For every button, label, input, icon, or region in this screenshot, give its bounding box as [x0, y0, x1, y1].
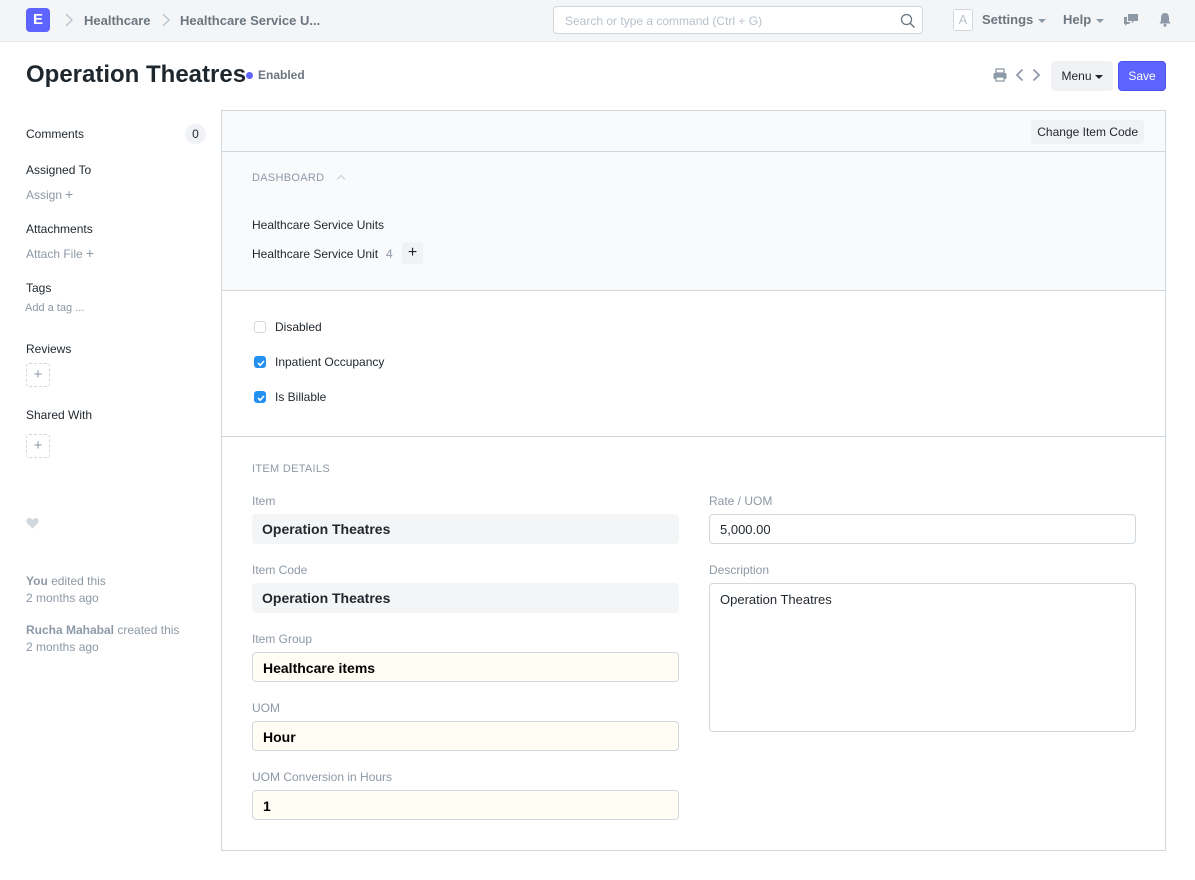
previous-icon[interactable] — [1012, 67, 1028, 83]
chevron-right-icon — [65, 13, 73, 27]
search-input[interactable]: Search or type a command (Ctrl + G) — [553, 6, 923, 34]
settings-dropdown[interactable]: Settings — [982, 12, 1047, 27]
assign-link-text: Assign — [26, 188, 63, 202]
check-icon — [257, 360, 265, 367]
save-button[interactable]: Save — [1118, 61, 1166, 91]
item-field: Operation Theatres — [252, 514, 679, 544]
bell-icon[interactable] — [1156, 11, 1174, 29]
help-label: Help — [1063, 12, 1092, 27]
comments-label: Comments — [26, 127, 85, 141]
add-share-button[interactable]: + — [26, 434, 50, 458]
next-icon[interactable] — [1028, 67, 1044, 83]
heart-icon[interactable] — [26, 517, 39, 529]
rate-label: Rate / UOM — [709, 494, 773, 508]
reviews-label: Reviews — [26, 342, 72, 356]
breadcrumb-healthcare-service-unit[interactable]: Healthcare Service U... — [180, 13, 320, 28]
search-placeholder: Search or type a command (Ctrl + G) — [565, 14, 763, 28]
timeline-item: Rucha Mahabal created this 2 months ago — [26, 622, 179, 656]
status-badge: Enabled — [258, 68, 305, 82]
timeline-user[interactable]: Rucha Mahabal — [26, 623, 114, 637]
uom-conversion-label: UOM Conversion in Hours — [252, 770, 393, 784]
assign-link[interactable]: Assign + — [26, 186, 73, 202]
timeline-user[interactable]: You — [26, 574, 48, 588]
change-item-code-button[interactable]: Change Item Code — [1031, 120, 1144, 144]
status-indicator — [246, 72, 253, 79]
inpatient-occupancy-label: Inpatient Occupancy — [275, 355, 385, 369]
caret-down-icon — [1096, 18, 1105, 23]
disabled-checkbox[interactable] — [254, 321, 266, 333]
shared-with-label: Shared With — [26, 408, 93, 422]
avatar[interactable]: A — [953, 9, 973, 31]
caret-down-icon — [1094, 74, 1103, 79]
menu-label: Menu — [1061, 69, 1092, 83]
app-logo[interactable]: E — [26, 8, 50, 32]
disabled-label: Disabled — [275, 320, 322, 334]
healthcare-service-unit-count: 4 — [386, 247, 393, 261]
uom-conversion-field[interactable]: 1 — [252, 790, 679, 820]
form-toolbar: Change Item Code — [222, 110, 1165, 152]
is-billable-checkbox[interactable] — [254, 391, 266, 403]
healthcare-service-unit-link[interactable]: Healthcare Service Unit — [252, 247, 378, 261]
dashboard-group-title: Healthcare Service Units — [252, 218, 385, 232]
add-healthcare-service-unit-button[interactable]: + — [402, 242, 423, 264]
attachments-label: Attachments — [26, 222, 93, 236]
item-details-heading: ITEM DETAILS — [252, 463, 330, 475]
chevron-right-icon — [162, 13, 170, 27]
add-tag-link[interactable]: Add a tag ... — [25, 302, 84, 314]
item-label: Item — [252, 494, 276, 508]
menu-button[interactable]: Menu — [1051, 61, 1113, 91]
timeline-action: created this — [117, 623, 180, 637]
item-code-label: Item Code — [252, 563, 308, 577]
add-review-button[interactable]: + — [26, 363, 50, 387]
attach-file-text: Attach File — [26, 247, 83, 261]
settings-label: Settings — [982, 12, 1034, 27]
plus-icon: + — [65, 186, 74, 202]
comments-count-badge: 0 — [185, 124, 206, 144]
rate-field[interactable]: 5,000.00 — [709, 514, 1136, 544]
tags-label: Tags — [26, 281, 52, 295]
item-group-label: Item Group — [252, 632, 313, 646]
page-title: Operation Theatres — [26, 61, 247, 88]
help-dropdown[interactable]: Help — [1063, 12, 1105, 27]
uom-label: UOM — [252, 701, 280, 715]
description-label: Description — [709, 563, 770, 577]
description-field[interactable]: Operation Theatres — [709, 583, 1136, 732]
navbar: E Healthcare Healthcare Service U... Sea… — [0, 0, 1195, 42]
inpatient-occupancy-checkbox[interactable] — [254, 356, 266, 368]
search-icon[interactable] — [900, 13, 916, 29]
chevron-up-icon[interactable] — [336, 173, 346, 181]
item-code-field: Operation Theatres — [252, 583, 679, 613]
dashboard-section: DASHBOARD Healthcare Service Units Healt… — [222, 152, 1165, 291]
item-group-field[interactable]: Healthcare items — [252, 652, 679, 682]
dashboard-heading[interactable]: DASHBOARD — [252, 172, 324, 184]
form-card: Change Item Code DASHBOARD Healthcare Se… — [221, 110, 1166, 851]
plus-icon: + — [85, 245, 94, 261]
uom-field[interactable]: Hour — [252, 721, 679, 751]
attach-file-link[interactable]: Attach File + — [26, 245, 94, 261]
section-divider — [222, 436, 1165, 437]
breadcrumb-healthcare[interactable]: Healthcare — [84, 13, 150, 28]
is-billable-label: Is Billable — [275, 390, 327, 404]
timeline-action: edited this — [51, 574, 106, 588]
timeline-item: You edited this 2 months ago — [26, 573, 106, 607]
assigned-to-label: Assigned To — [26, 163, 92, 177]
check-icon — [257, 395, 265, 402]
print-icon[interactable] — [992, 67, 1008, 83]
timeline-when: 2 months ago — [26, 640, 99, 654]
timeline-when: 2 months ago — [26, 591, 99, 605]
chat-icon[interactable] — [1122, 11, 1140, 29]
caret-down-icon — [1038, 18, 1047, 23]
